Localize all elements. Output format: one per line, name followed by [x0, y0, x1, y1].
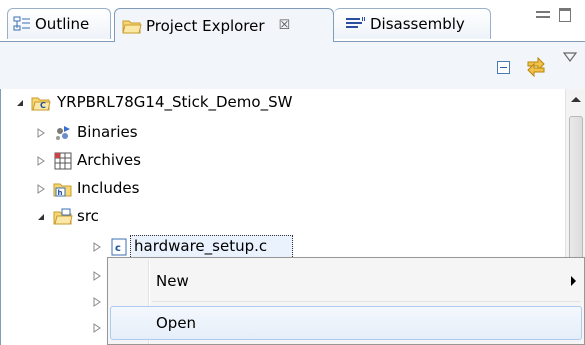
tab-project-explorer-label: Project Explorer — [146, 16, 265, 35]
collapsed-twisty-icon[interactable] — [92, 297, 102, 307]
collapse-all-icon[interactable] — [497, 61, 510, 74]
view-tab-bar: Outline Project Explorer ☒ Disassembly — [0, 0, 585, 42]
collapsed-twisty-icon[interactable] — [92, 271, 102, 281]
includes-icon: h — [53, 183, 72, 197]
tab-outline-label: Outline — [35, 15, 90, 33]
close-icon[interactable]: ☒ — [279, 18, 291, 33]
view-menu-icon[interactable] — [563, 51, 577, 63]
menu-item-open[interactable]: Open — [110, 306, 582, 340]
collapsed-twisty-icon[interactable] — [36, 184, 46, 194]
tree-label-src: src — [77, 207, 99, 225]
project-explorer-icon — [122, 20, 142, 33]
tree-row-src[interactable]: src — [1, 204, 561, 230]
tree-row-archives[interactable]: Archives — [1, 148, 561, 174]
submenu-arrow-icon — [571, 276, 576, 286]
menu-item-new-label: New — [156, 272, 189, 290]
tree-label-archives: Archives — [77, 151, 141, 169]
expanded-twisty-icon[interactable] — [36, 212, 46, 222]
view-controls — [536, 8, 580, 27]
menu-item-new[interactable]: New — [110, 264, 582, 298]
expanded-twisty-icon[interactable] — [15, 98, 25, 108]
svg-text:C: C — [40, 101, 46, 110]
tree-label-project: YRPBRL78G14_Stick_Demo_SW — [57, 93, 293, 111]
tab-outline[interactable]: Outline — [7, 8, 111, 39]
link-with-editor-icon[interactable] — [526, 56, 546, 78]
tab-disassembly[interactable]: Disassembly — [334, 8, 491, 39]
binaries-icon — [56, 126, 70, 140]
disassembly-icon — [346, 17, 365, 28]
view-toolbar — [0, 41, 585, 89]
tree-row-includes[interactable]: h Includes — [1, 176, 561, 202]
source-folder-icon — [53, 208, 73, 225]
collapsed-twisty-icon[interactable] — [36, 156, 46, 166]
c-file-icon: c — [111, 238, 127, 256]
tree-label-hardware-setup: hardware_setup.c — [134, 237, 268, 255]
tab-disassembly-label: Disassembly — [370, 15, 465, 33]
minimize-icon[interactable] — [536, 11, 550, 18]
tree-label-includes: Includes — [77, 179, 140, 197]
maximize-icon[interactable] — [559, 8, 571, 22]
svg-text:h: h — [58, 189, 63, 197]
tree-row-binaries[interactable]: Binaries — [1, 120, 561, 146]
archives-icon — [54, 152, 72, 170]
outline-icon — [13, 16, 30, 31]
scroll-up-arrow-icon[interactable] — [571, 97, 581, 102]
context-menu: New Open — [107, 257, 585, 345]
menu-separator — [152, 301, 580, 302]
tree-row-project[interactable]: C YRPBRL78G14_Stick_Demo_SW — [1, 90, 561, 116]
project-folder-icon: C — [31, 97, 51, 111]
tab-project-explorer[interactable]: Project Explorer ☒ — [114, 8, 334, 42]
tree-label-binaries: Binaries — [77, 123, 138, 141]
collapsed-twisty-icon[interactable] — [92, 323, 102, 333]
svg-text:c: c — [115, 243, 121, 254]
collapsed-twisty-icon[interactable] — [36, 128, 46, 138]
collapsed-twisty-icon[interactable] — [92, 242, 102, 252]
menu-item-open-label: Open — [156, 314, 197, 332]
